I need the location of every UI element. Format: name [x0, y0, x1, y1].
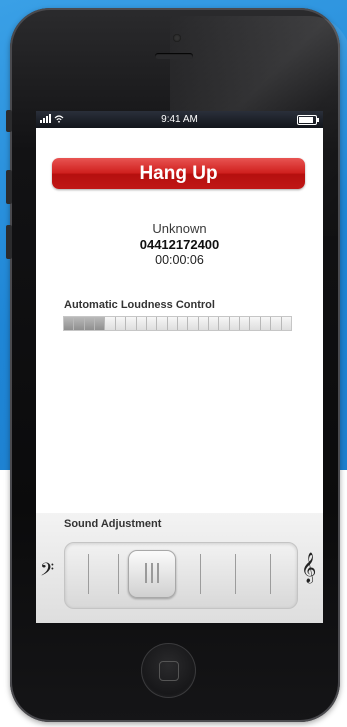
home-square-icon — [159, 661, 179, 681]
loudness-meter-segment — [105, 317, 116, 330]
battery-icon — [297, 115, 319, 125]
loudness-meter-segment — [167, 317, 178, 330]
loudness-meter-segment — [84, 317, 96, 330]
loudness-meter-segment — [136, 317, 147, 330]
camera-icon — [173, 34, 181, 42]
slider-tick — [118, 554, 119, 594]
slider-tick — [270, 554, 271, 594]
treble-clef-icon: 𝄞 — [301, 553, 317, 583]
loudness-meter-segment — [95, 317, 106, 330]
hang-up-button[interactable]: Hang Up — [52, 158, 305, 189]
slider-tick — [235, 554, 236, 594]
loudness-meter-segment — [198, 317, 210, 330]
signal-wifi — [40, 114, 64, 123]
status-bar: 9:41 AM — [36, 111, 323, 128]
caller-name: Unknown — [152, 221, 207, 236]
slider-knob[interactable] — [128, 550, 176, 598]
sound-adjustment-label: Sound Adjustment — [64, 518, 162, 530]
loudness-meter-segment — [146, 317, 158, 330]
loudness-meter-segment — [126, 317, 137, 330]
loudness-meter-segment — [229, 317, 241, 330]
loudness-meter-segment — [177, 317, 189, 330]
loudness-meter-segment — [209, 317, 220, 330]
screen: 9:41 AM Hang Up Unknown 04412172400 00:0… — [36, 111, 323, 623]
status-time: 9:41 AM — [161, 114, 198, 125]
loudness-meter — [63, 316, 292, 331]
loudness-meter-segment — [219, 317, 230, 330]
loudness-meter-segment — [157, 317, 168, 330]
loudness-meter-segment — [240, 317, 251, 330]
loudness-meter-segment — [64, 317, 75, 330]
slider-tick — [88, 554, 89, 594]
mute-switch — [6, 110, 12, 132]
loudness-control-label: Automatic Loudness Control — [64, 299, 215, 311]
loudness-meter-segment — [188, 317, 199, 330]
wifi-icon — [54, 114, 64, 123]
loudness-meter-segment — [250, 317, 261, 330]
signal-icon — [40, 114, 51, 123]
loudness-meter-segment — [281, 317, 291, 330]
bass-clef-icon: 𝄢 — [40, 560, 55, 585]
volume-down-button — [6, 225, 12, 259]
loudness-meter-segment — [115, 317, 127, 330]
loudness-meter-segment — [271, 317, 282, 330]
loudness-meter-segment — [74, 317, 85, 330]
volume-up-button — [6, 170, 12, 204]
caller-number: 04412172400 — [139, 237, 220, 252]
earpiece-speaker — [155, 53, 193, 59]
loudness-meter-segment — [260, 317, 272, 330]
slider-tick — [200, 554, 201, 594]
call-duration: 00:00:06 — [155, 253, 204, 267]
sound-adjustment-slider[interactable] — [64, 542, 298, 609]
